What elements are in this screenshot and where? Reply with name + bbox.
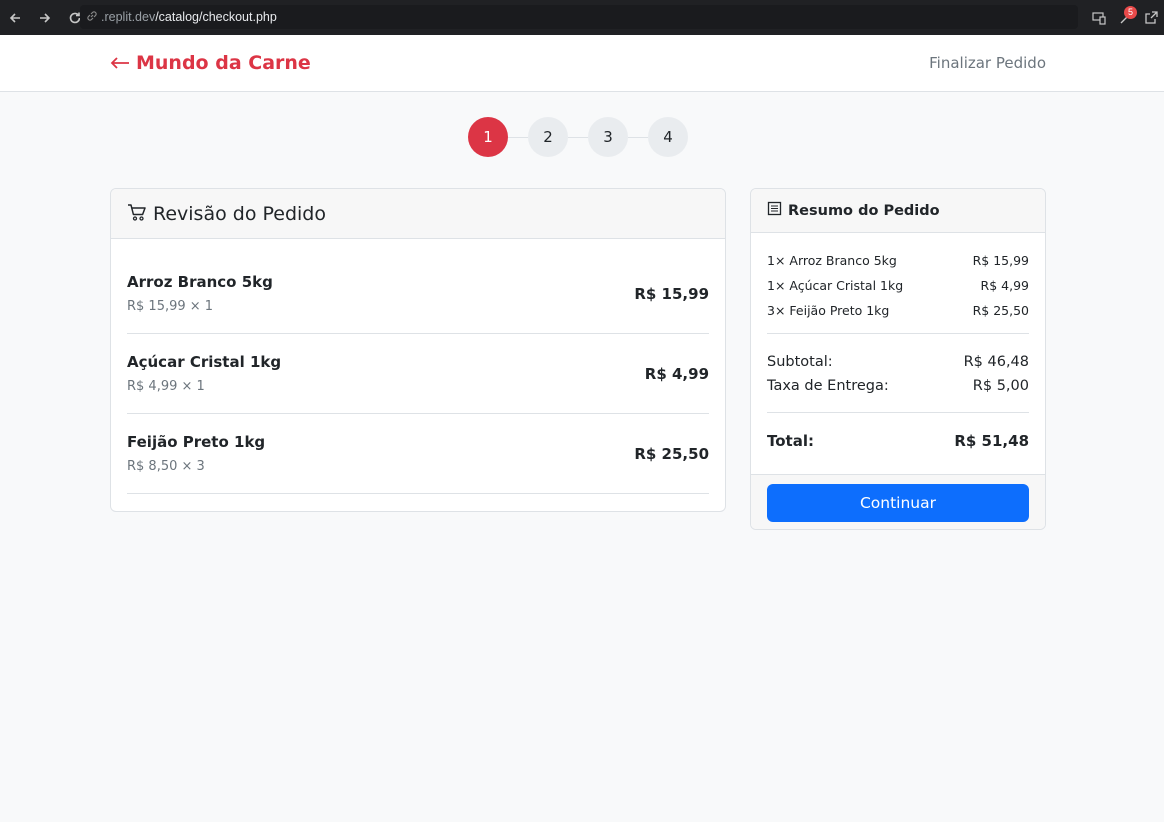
link-icon (86, 10, 98, 25)
step-connector (508, 136, 528, 138)
order-review-card: Revisão do Pedido Arroz Branco 5kg R$ 15… (110, 188, 726, 512)
app-header: Mundo da Carne Finalizar Pedido (0, 35, 1164, 92)
item-name: Feijão Preto 1kg (127, 433, 266, 451)
order-summary-card: Resumo do Pedido 1× Arroz Branco 5kg R$ … (750, 188, 1046, 530)
step-2[interactable]: 2 (528, 117, 568, 157)
summary-line-label: 1× Arroz Branco 5kg (767, 253, 897, 268)
summary-line-value: R$ 4,99 (980, 278, 1029, 293)
finalize-order-link[interactable]: Finalizar Pedido (929, 54, 1046, 72)
step-connector (568, 136, 588, 138)
summary-line: 1× Arroz Branco 5kg R$ 15,99 (767, 248, 1029, 273)
item-detail: R$ 15,99 × 1 (127, 299, 214, 314)
delivery-fee-value: R$ 5,00 (972, 378, 1029, 394)
order-review-title: Revisão do Pedido (153, 202, 326, 225)
item-name: Açúcar Cristal 1kg (127, 353, 282, 371)
receipt-icon (767, 201, 782, 220)
step-1[interactable]: 1 (468, 117, 508, 157)
delivery-fee-label: Taxa de Entrega: (767, 378, 889, 394)
item-total: R$ 25,50 (634, 444, 709, 463)
item-detail: R$ 4,99 × 1 (127, 379, 205, 394)
item-name: Arroz Branco 5kg (127, 273, 273, 291)
order-summary-title: Resumo do Pedido (788, 202, 940, 219)
cart-icon (127, 202, 147, 226)
total-value: R$ 51,48 (954, 432, 1029, 450)
order-item: Arroz Branco 5kg R$ 15,99 × 1 R$ 15,99 (127, 239, 709, 334)
item-total: R$ 4,99 (644, 364, 709, 383)
forward-icon[interactable] (33, 6, 57, 30)
order-summary-header: Resumo do Pedido (751, 189, 1045, 233)
summary-line-label: 3× Feijão Preto 1kg (767, 303, 890, 318)
subtotal-value: R$ 46,48 (963, 354, 1029, 370)
address-bar[interactable]: .replit.dev/catalog/checkout.php (80, 5, 1078, 29)
step-3[interactable]: 3 (588, 117, 628, 157)
url-path: /catalog/checkout.php (155, 10, 277, 24)
order-item: Feijão Preto 1kg R$ 8,50 × 3 R$ 25,50 (127, 414, 709, 494)
summary-line-label: 1× Açúcar Cristal 1kg (767, 278, 904, 293)
delivery-fee-row: Taxa de Entrega: R$ 5,00 (767, 374, 1029, 398)
order-review-header: Revisão do Pedido (111, 189, 725, 239)
subtotal-label: Subtotal: (767, 354, 833, 370)
browser-toolbar: .replit.dev/catalog/checkout.php 5 (0, 0, 1164, 35)
notification-badge: 5 (1124, 5, 1137, 19)
open-external-icon[interactable] (1138, 5, 1164, 31)
total-label: Total: (767, 432, 814, 450)
item-total: R$ 15,99 (634, 284, 709, 303)
brand-back-link[interactable]: Mundo da Carne (110, 51, 311, 75)
brand-name: Mundo da Carne (136, 52, 311, 74)
subtotal-row: Subtotal: R$ 46,48 (767, 350, 1029, 374)
order-item: Açúcar Cristal 1kg R$ 4,99 × 1 R$ 4,99 (127, 334, 709, 414)
summary-totals: Subtotal: R$ 46,48 Taxa de Entrega: R$ 5… (767, 334, 1029, 413)
summary-line: 3× Feijão Preto 1kg R$ 25,50 (767, 298, 1029, 323)
step-connector (628, 136, 648, 138)
grand-total-row: Total: R$ 51,48 (767, 413, 1029, 469)
arrow-left-icon (110, 51, 130, 75)
devices-icon[interactable] (1086, 5, 1112, 31)
summary-items: 1× Arroz Branco 5kg R$ 15,99 1× Açúcar C… (767, 233, 1029, 334)
summary-line-value: R$ 15,99 (972, 253, 1029, 268)
tools-icon[interactable]: 5 (1112, 5, 1138, 31)
item-detail: R$ 8,50 × 3 (127, 459, 205, 474)
step-4[interactable]: 4 (648, 117, 688, 157)
checkout-stepper: 1 2 3 4 (468, 117, 688, 157)
order-summary-footer: Continuar (751, 474, 1045, 529)
summary-line-value: R$ 25,50 (972, 303, 1029, 318)
url-host: .replit.dev (101, 10, 156, 24)
back-icon[interactable] (3, 6, 27, 30)
summary-line: 1× Açúcar Cristal 1kg R$ 4,99 (767, 273, 1029, 298)
continue-button[interactable]: Continuar (767, 484, 1029, 522)
